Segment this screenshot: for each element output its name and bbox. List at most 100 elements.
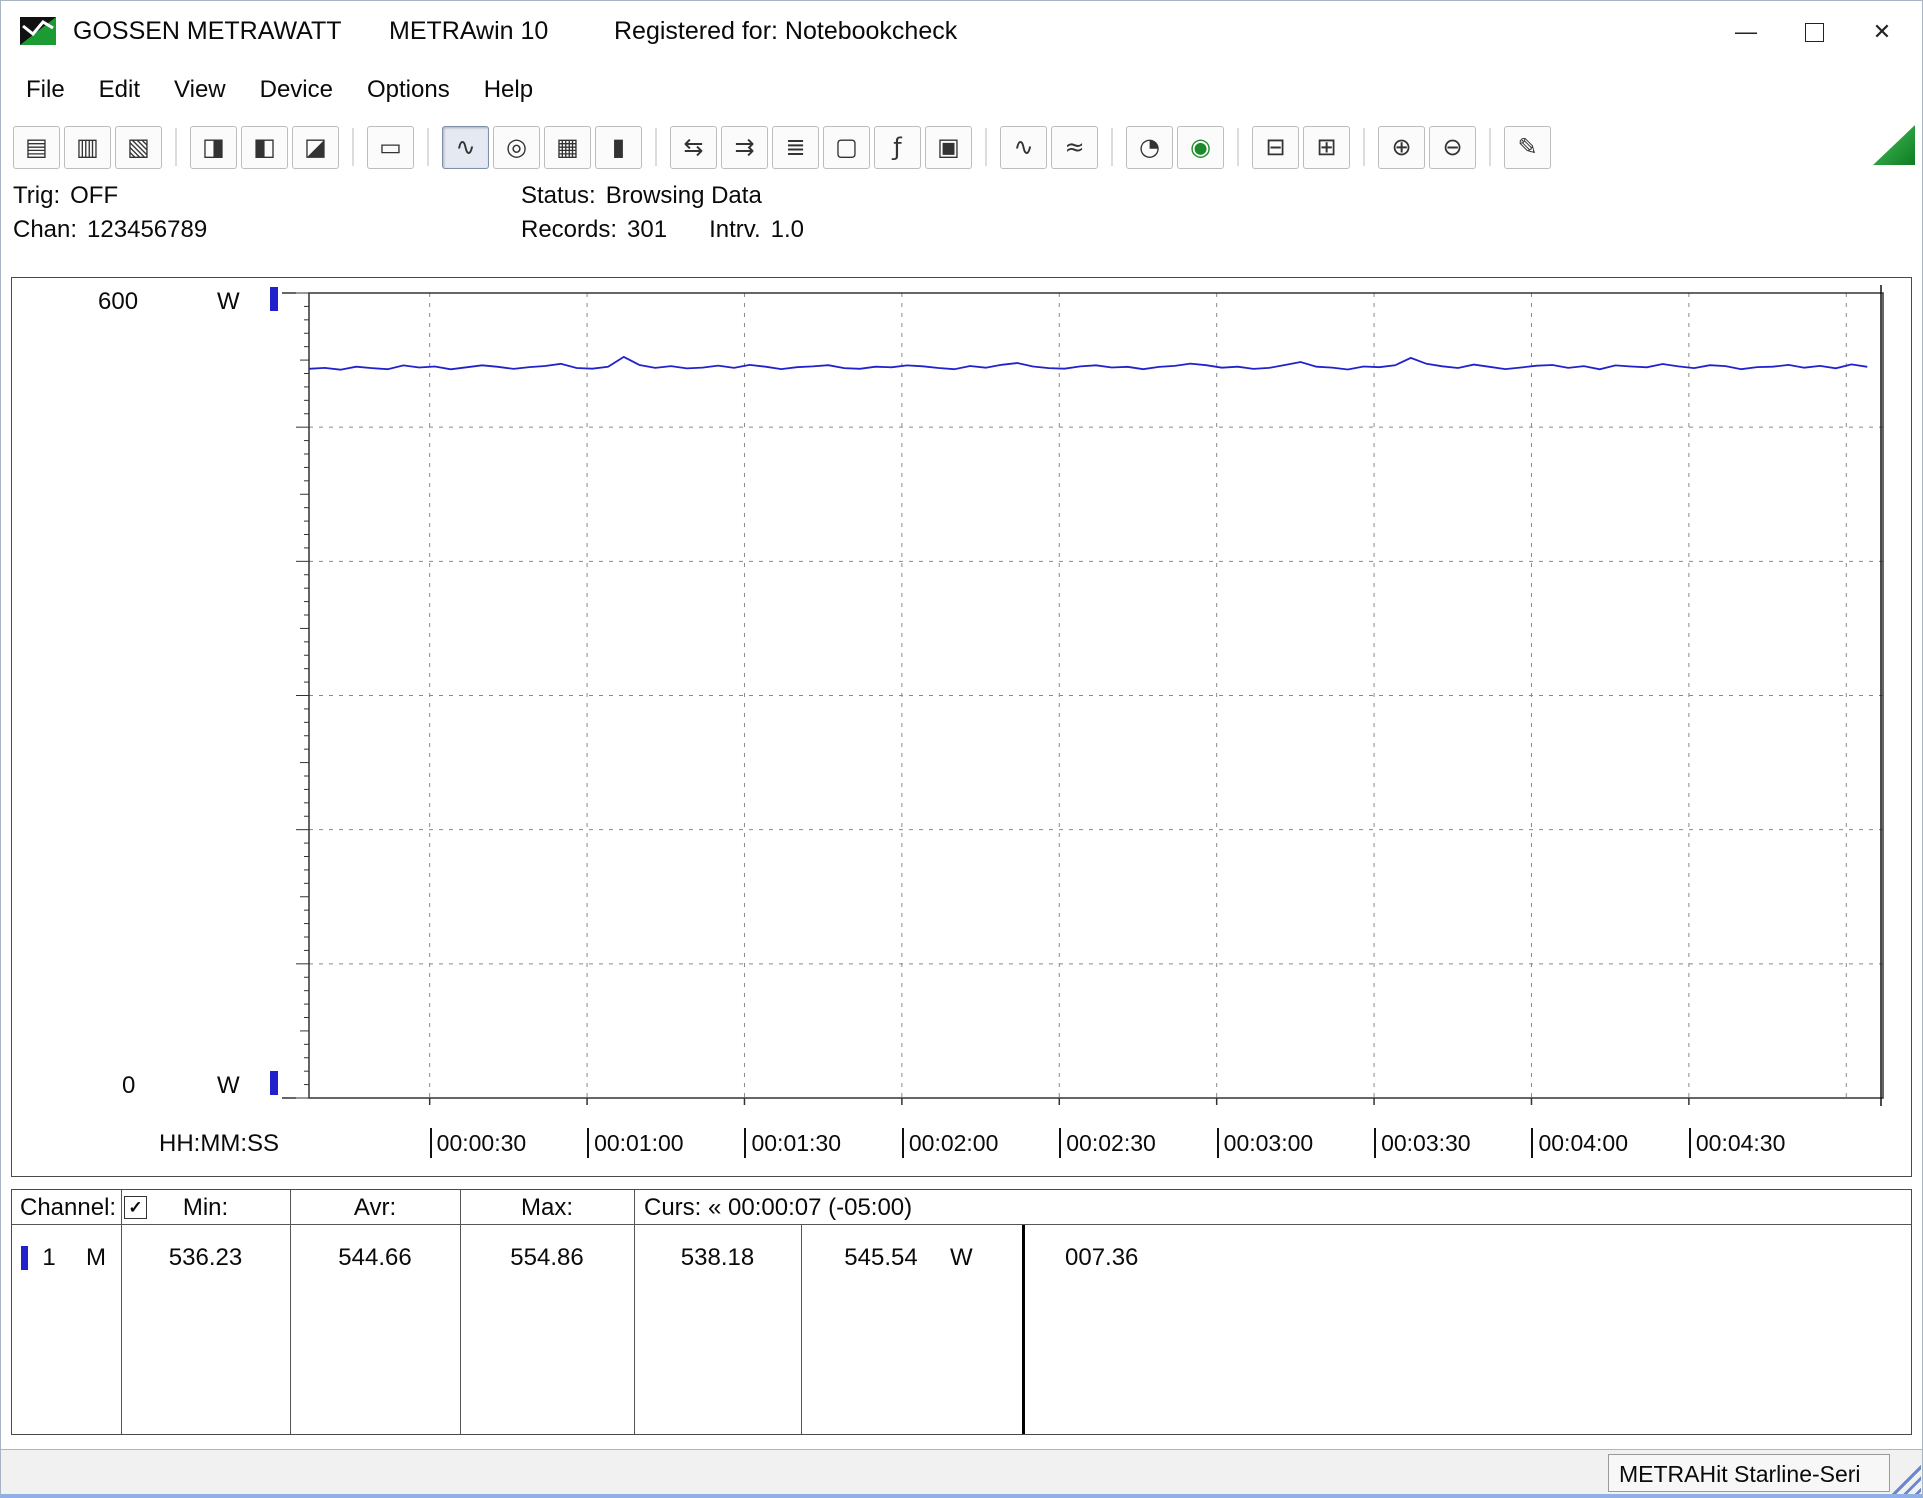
min-value: 536.23 [121,1244,290,1272]
toolbar-separator [655,128,657,166]
export-display-button[interactable]: ◨ [190,126,237,169]
print-button[interactable]: ⊟ [1252,126,1299,169]
memory-read-icon: ▣ [937,135,960,159]
y-max-label: 600 [98,288,138,316]
y-min-unit: W [217,1072,240,1100]
cursor-delta-value: 007.36 [1065,1244,1225,1272]
x-axis-format-label: HH:MM:SS [159,1130,279,1158]
cursor1-value: 538.18 [634,1244,801,1272]
table-divider [121,1190,122,1434]
formula-icon: ƒ [893,135,901,159]
envelope-curve-button[interactable]: ∿ [1000,126,1047,169]
export-data-button[interactable]: ◧ [241,126,288,169]
statusbar: METRAHit Starline-Seri [1,1449,1922,1496]
app-name: METRAwin 10 [389,17,548,46]
channel-mode: M [76,1244,116,1272]
channel-marker-top[interactable] [270,287,278,311]
x-tick-00:04:00: 00:04:00 [1531,1128,1628,1158]
toolbar-separator [427,128,429,166]
toolbar-separator [352,128,354,166]
x-tick-00:02:30: 00:02:30 [1059,1128,1156,1158]
maximize-button[interactable] [1780,1,1848,63]
data-table-button[interactable]: ▦ [544,126,591,169]
x-tick-00:01:00: 00:01:00 [587,1128,684,1158]
device-config-button[interactable]: ⇉ [721,126,768,169]
status-value: Browsing Data [606,182,762,209]
records-label: Records: [521,216,617,243]
channel-list-icon: ≣ [785,135,805,159]
save-data-button[interactable]: ▥ [64,126,111,169]
titlebar: GOSSEN METRAWATT METRAwin 10 Registered … [1,1,1922,63]
interval-label: Intrv. [709,216,761,243]
channel-list-button[interactable]: ≣ [772,126,819,169]
comment-button[interactable]: ✎ [1504,126,1551,169]
toolbar-separator [1489,128,1491,166]
x-tick-00:00:30: 00:00:30 [430,1128,527,1158]
print-setup-button[interactable]: ⊞ [1303,126,1350,169]
print-icon: ⊟ [1265,135,1285,159]
formula-button[interactable]: ƒ [874,126,921,169]
yt-chart[interactable] [12,278,1911,1176]
smoothing-button[interactable]: ≈ [1051,126,1098,169]
save-button[interactable]: ▤ [13,126,60,169]
export-memory-button[interactable]: ◪ [292,126,339,169]
channel-column-header: Channel: [20,1194,116,1222]
export-memory-icon: ◪ [304,135,327,159]
close-button[interactable]: ✕ [1848,1,1916,63]
readings-table: Channel: ✓ Min: Avr: Max: Curs: « 00:00:… [11,1189,1912,1435]
minimize-button[interactable]: — [1712,1,1780,63]
table-divider [460,1190,461,1434]
maximize-icon [1805,23,1824,42]
channel-marker-bottom[interactable] [270,1071,278,1095]
menu-options[interactable]: Options [350,70,467,110]
graph-yt-button[interactable]: ∿ [442,126,489,169]
zoom-in-button[interactable]: ⊕ [1378,126,1425,169]
menu-help[interactable]: Help [467,70,550,110]
menu-view[interactable]: View [157,70,243,110]
toolbar-separator [175,128,177,166]
window-controls: — ✕ [1712,1,1916,63]
envelope-curve-icon: ∿ [1013,135,1033,159]
zoom-out-button[interactable]: ⊖ [1429,126,1476,169]
menu-device[interactable]: Device [243,70,350,110]
clock-button[interactable]: ◔ [1126,126,1173,169]
device-status-box: METRAHit Starline-Seri [1608,1454,1890,1492]
resize-grip[interactable] [1889,1463,1921,1495]
memory-read-button[interactable]: ▣ [925,126,972,169]
toolbar-separator [1237,128,1239,166]
smoothing-icon: ≈ [1064,135,1084,159]
menu-edit[interactable]: Edit [82,70,157,110]
cursor2-unit: W [950,1244,1010,1272]
comment-icon: ✎ [1517,135,1537,159]
bar-graph-button[interactable]: ▮ [595,126,642,169]
live-record-button[interactable]: ◉ [1177,126,1224,169]
brand-name: GOSSEN METRAWATT [73,17,342,46]
x-tick-00:01:30: 00:01:30 [744,1128,841,1158]
min-column-header: Min: [121,1194,290,1222]
graph-xy-button[interactable]: ◎ [493,126,540,169]
cursor-column-header: Curs: « 00:00:07 (-05:00) [644,1194,912,1222]
chart-panel[interactable]: 600 W 0 W HH:MM:SS 00:00:3000:01:0000:01… [11,277,1912,1177]
cursor2-value: 545.54 [801,1244,961,1272]
open-file-icon: ▧ [127,135,150,159]
data-table-icon: ▦ [556,135,579,159]
monitor-icon: ▢ [835,135,858,159]
device-config-icon: ⇉ [734,135,754,159]
trig-value: OFF [70,182,118,209]
graph-yt-icon: ∿ [455,135,475,159]
monitor-button[interactable]: ▢ [823,126,870,169]
y-min-label: 0 [122,1072,135,1100]
menu-file[interactable]: File [9,70,82,110]
avr-value: 544.66 [290,1244,460,1272]
toolbar: ▤▥ ▧ ◨◧ ◪ ▭ ∿ ◎ ▦ ▮ ⇆ ⇉ ≣ ▢ ƒ ▣ ∿ ≈ ◔◉ ⊟ ⊞ ⊕⊖ ✎ [13,119,1551,175]
registered-for-text: Registered for: Notebookcheck [614,17,957,46]
print-setup-icon: ⊞ [1316,135,1336,159]
menubar: FileEditViewDeviceOptionsHelp [1,63,1922,117]
table-header-divider [12,1224,1911,1225]
open-file-button[interactable]: ▧ [115,126,162,169]
toolbar-separator [985,128,987,166]
transfer-button[interactable]: ⇆ [670,126,717,169]
cursor-divider [1022,1224,1025,1434]
max-value: 554.86 [460,1244,634,1272]
multimeter-display-button[interactable]: ▭ [367,126,414,169]
